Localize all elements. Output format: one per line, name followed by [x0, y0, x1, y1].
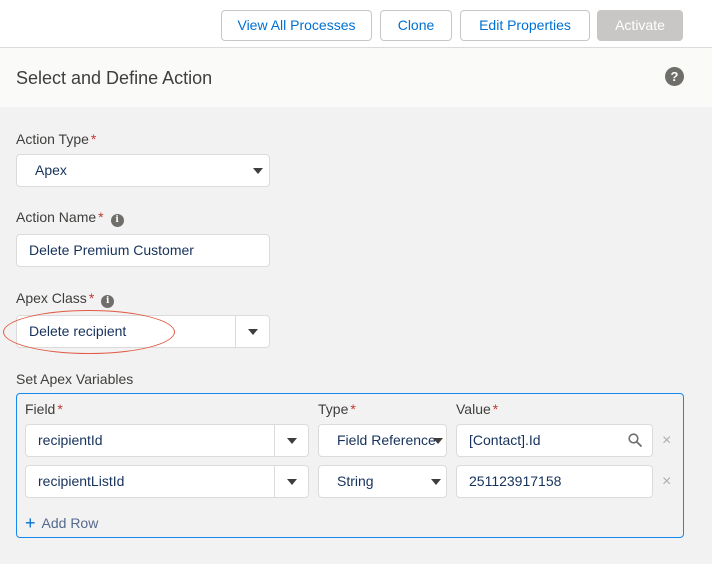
chevron-down-icon[interactable]: [287, 479, 297, 485]
plus-icon: +: [25, 513, 36, 533]
add-row-button[interactable]: + Add Row: [25, 513, 98, 534]
chevron-down-icon[interactable]: [248, 329, 258, 335]
divider: [274, 465, 275, 498]
toolbar: View All Processes Clone Edit Properties…: [0, 0, 712, 48]
activate-button[interactable]: Activate: [597, 10, 683, 41]
chevron-down-icon: [433, 438, 443, 444]
required-marker: *: [98, 209, 104, 225]
add-row-label: Add Row: [41, 515, 99, 531]
variable-value-input[interactable]: 251123917158: [456, 465, 653, 498]
value-column-header: Value *: [456, 401, 498, 417]
variable-field-lookup[interactable]: recipientListId: [25, 465, 309, 498]
chevron-down-icon: [253, 168, 263, 174]
variable-value-text: 251123917158: [469, 473, 562, 489]
set-apex-variables-label: Set Apex Variables: [16, 371, 134, 387]
action-name-label: Action Name * i: [16, 209, 124, 227]
chevron-down-icon: [431, 479, 441, 485]
view-all-processes-button[interactable]: View All Processes: [221, 10, 372, 41]
type-column-header: Type *: [318, 401, 356, 417]
variable-type-select[interactable]: Field Reference: [318, 424, 447, 457]
variable-field-lookup[interactable]: recipientId: [25, 424, 309, 457]
info-icon[interactable]: i: [110, 214, 124, 227]
remove-row-icon[interactable]: ×: [662, 474, 671, 490]
remove-row-icon[interactable]: ×: [662, 433, 671, 449]
action-name-label-text: Action Name: [16, 209, 97, 225]
field-column-header: Field *: [25, 401, 63, 417]
action-type-label-text: Action Type: [16, 131, 89, 147]
required-marker: *: [57, 401, 63, 417]
chevron-down-icon[interactable]: [287, 438, 297, 444]
action-name-value: Delete Premium Customer: [29, 242, 194, 258]
variable-type-select[interactable]: String: [318, 465, 447, 498]
required-marker: *: [90, 131, 97, 147]
type-column-label: Type: [318, 401, 349, 417]
action-name-input[interactable]: Delete Premium Customer: [16, 234, 270, 267]
action-type-select[interactable]: Apex: [16, 154, 270, 187]
highlight-ellipse: [3, 310, 175, 354]
field-column-label: Field: [25, 401, 56, 417]
divider: [274, 424, 275, 457]
page-title: Select and Define Action: [16, 68, 213, 88]
variable-type-value: String: [337, 473, 374, 489]
variable-value-text: [Contact].Id: [469, 432, 541, 448]
clone-button[interactable]: Clone: [380, 10, 452, 41]
variable-value-input[interactable]: [Contact].Id: [456, 424, 653, 457]
required-marker: *: [492, 401, 499, 417]
search-icon[interactable]: [628, 433, 642, 447]
section-header: Select and Define Action: [0, 48, 712, 107]
apex-class-label: Apex Class * i: [16, 290, 115, 308]
edit-properties-button[interactable]: Edit Properties: [460, 10, 590, 41]
variable-field-value: recipientId: [38, 432, 103, 448]
action-type-label: Action Type *: [16, 131, 96, 147]
help-icon[interactable]: ?: [665, 67, 684, 86]
required-marker: *: [350, 401, 356, 417]
info-icon[interactable]: i: [101, 295, 115, 308]
apex-class-label-text: Apex Class: [16, 290, 87, 306]
variable-field-value: recipientListId: [38, 473, 125, 489]
action-type-value: Apex: [35, 162, 67, 178]
value-column-label: Value: [456, 401, 491, 417]
required-marker: *: [88, 290, 95, 306]
variable-type-value: Field Reference: [337, 432, 436, 448]
divider: [235, 315, 236, 348]
